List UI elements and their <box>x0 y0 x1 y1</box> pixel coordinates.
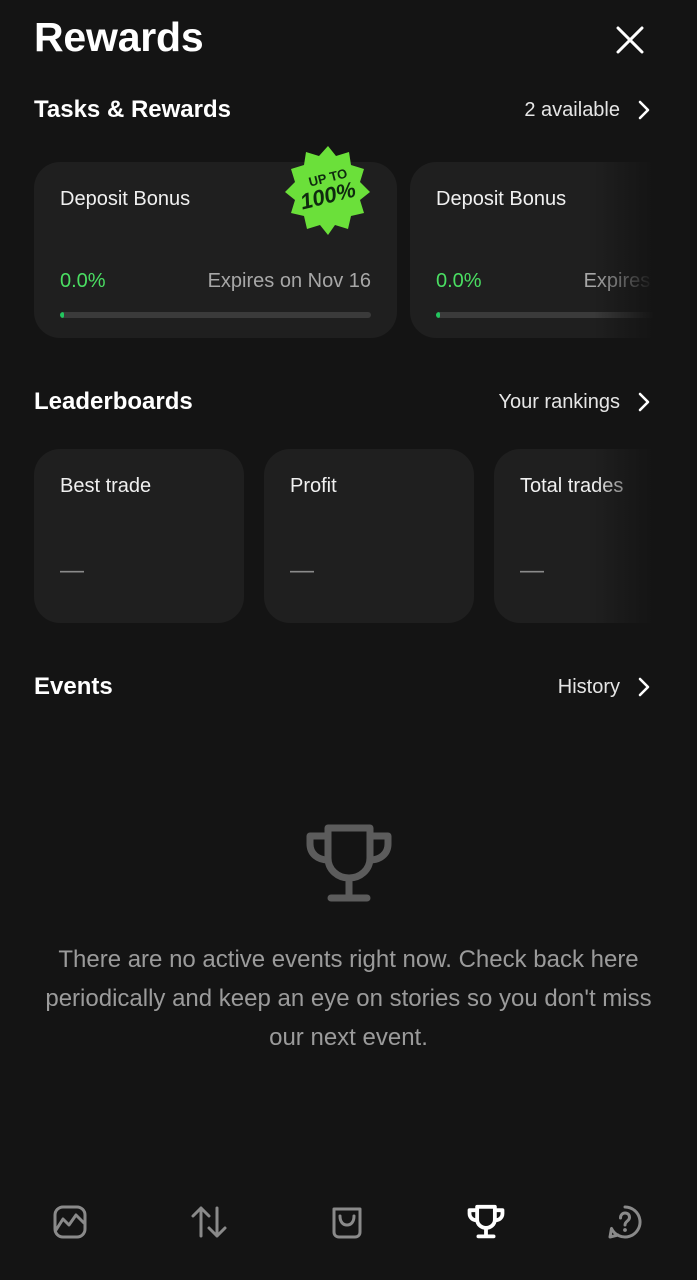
bottom-navigation <box>0 1180 697 1264</box>
events-section-header: Events History <box>34 667 654 707</box>
shopping-bag-icon <box>332 1207 362 1239</box>
leaderboard-card-title: Best trade <box>60 475 152 497</box>
leaderboard-card-value: — <box>520 557 544 584</box>
events-section-title: Events <box>34 673 113 700</box>
leaderboard-card-best-trade[interactable]: Best trade — <box>34 449 244 623</box>
nav-trade[interactable] <box>185 1198 233 1246</box>
leaderboard-card-total-trades[interactable]: Total trades — <box>494 449 654 623</box>
reward-progress-fill <box>60 312 64 318</box>
chevron-right-icon <box>638 677 650 697</box>
close-icon <box>616 26 644 54</box>
nav-shop[interactable] <box>323 1198 371 1246</box>
tasks-section-title: Tasks & Rewards <box>34 96 231 123</box>
nav-rewards[interactable] <box>462 1198 510 1246</box>
leaderboards-carousel[interactable]: Best trade — Profit — Total trades — <box>34 449 654 625</box>
reward-progress-fill <box>436 312 440 318</box>
chevron-right-icon <box>638 392 650 412</box>
transfer-arrows-icon <box>191 1206 227 1238</box>
rewards-screen: Rewards Tasks & Rewards 2 available Depo… <box>0 0 697 1280</box>
reward-expiry: Expires on Nov 16 <box>583 270 654 292</box>
reward-expiry: Expires on Nov 16 <box>207 270 371 292</box>
reward-card-title: Deposit Bonus <box>60 188 191 210</box>
leaderboards-section-title: Leaderboards <box>34 388 193 415</box>
your-rankings-label: Your rankings <box>498 390 620 413</box>
events-empty-message: There are no active events right now. Ch… <box>45 946 652 1051</box>
leaderboards-section-header: Leaderboards Your rankings <box>34 382 654 422</box>
reward-progress-percent: 0.0% <box>436 270 482 292</box>
tasks-available-label: 2 available <box>524 98 620 121</box>
reward-progress-bar <box>60 312 371 318</box>
trophy-icon <box>467 1204 505 1239</box>
reward-card[interactable]: Deposit Bonus 0.0% Expires on Nov 16 <box>410 162 654 338</box>
leaderboard-card-profit[interactable]: Profit — <box>264 449 474 623</box>
up-to-100-badge: UP TO 100% <box>280 142 376 238</box>
reward-progress-bar <box>436 312 654 318</box>
help-icon <box>608 1205 642 1239</box>
trophy-icon <box>306 824 392 902</box>
reward-progress-percent: 0.0% <box>60 270 106 292</box>
tasks-available-link[interactable]: 2 available <box>524 98 654 122</box>
leaderboard-card-value: — <box>290 557 314 584</box>
tasks-section-header: Tasks & Rewards 2 available <box>34 90 654 130</box>
chevron-right-icon <box>638 100 650 120</box>
chart-icon <box>53 1205 87 1239</box>
nav-chart[interactable] <box>46 1198 94 1246</box>
history-link[interactable]: History <box>558 675 654 699</box>
page-title: Rewards <box>34 14 204 60</box>
your-rankings-link[interactable]: Your rankings <box>498 390 654 414</box>
history-label: History <box>557 675 620 698</box>
leaderboard-card-value: — <box>60 557 84 584</box>
nav-help[interactable] <box>601 1198 649 1246</box>
close-button[interactable] <box>608 20 652 60</box>
reward-card-title: Deposit Bonus <box>436 188 567 210</box>
leaderboard-card-title: Total trades <box>520 475 624 497</box>
leaderboard-card-title: Profit <box>290 475 337 497</box>
